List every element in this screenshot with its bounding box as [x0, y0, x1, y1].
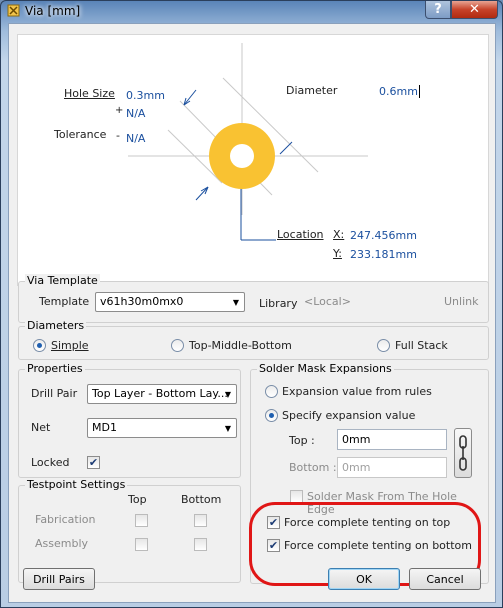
hole-size-value[interactable]: 0.3mm [126, 89, 165, 102]
via-diagram [128, 43, 368, 241]
diameter-value[interactable]: 0.6mm [379, 85, 420, 98]
drill-pair-value: Top Layer - Bottom Lay... [92, 387, 228, 400]
cancel-button[interactable]: Cancel [409, 568, 481, 590]
link-chain-button[interactable] [454, 428, 472, 478]
mask-bottom-label: Bottom : [289, 461, 337, 474]
mask-bottom-input[interactable]: 0mm [337, 457, 447, 478]
radio-expansion-from-rules-label[interactable]: Expansion value from rules [282, 385, 432, 398]
tolerance-plus-value[interactable]: N/A [126, 107, 145, 120]
testpoint-col-bottom: Bottom [181, 493, 222, 506]
radio-specify-expansion[interactable] [265, 409, 278, 422]
net-value: MD1 [92, 421, 117, 434]
drill-pair-label: Drill Pair [31, 387, 78, 400]
tolerance-label: Tolerance [54, 128, 107, 141]
via-dialog-window: Via [mm] ? ✕ Hole Size 0.3mm Diameter 0.… [0, 0, 503, 608]
via-app-icon [7, 4, 20, 17]
solder-mask-title: Solder Mask Expansions [257, 362, 394, 375]
testpoint-row-assembly: Assembly [35, 537, 89, 550]
x-value[interactable]: 247.456mm [350, 229, 417, 242]
mask-top-value: 0mm [342, 433, 371, 446]
radio-expansion-from-rules[interactable] [265, 385, 278, 398]
template-select-value: v61h30m0mx0 [100, 295, 184, 308]
radio-specify-expansion-label[interactable]: Specify expansion value [282, 409, 415, 422]
testpoint-settings-title: Testpoint Settings [25, 478, 128, 491]
fabrication-top-checkbox[interactable] [135, 514, 148, 527]
locked-label: Locked [31, 456, 70, 469]
locked-checkbox[interactable]: ✔ [87, 456, 100, 469]
diameters-title: Diameters [25, 319, 87, 332]
tolerance-minus-value[interactable]: N/A [126, 132, 145, 145]
chevron-down-icon: ▼ [224, 423, 232, 433]
y-value[interactable]: 233.181mm [350, 248, 417, 261]
mask-bottom-value: 0mm [342, 461, 371, 474]
radio-simple-label[interactable]: Simple [51, 339, 89, 352]
unlink-button[interactable]: Unlink [444, 295, 478, 308]
properties-group: Properties Drill Pair Top Layer - Bottom… [18, 362, 241, 478]
assembly-top-checkbox[interactable] [135, 538, 148, 551]
chevron-down-icon: ▼ [224, 389, 232, 399]
via-template-title: Via Template [25, 274, 100, 287]
tolerance-plus-sign: + [115, 105, 124, 116]
net-select[interactable]: MD1 ▼ [87, 418, 237, 438]
net-label: Net [31, 421, 51, 434]
drill-pairs-button[interactable]: Drill Pairs [23, 568, 95, 590]
via-hole [230, 144, 254, 168]
diameters-group: Diameters Simple Top-Middle-Bottom Full … [18, 319, 489, 360]
location-label: Location [277, 228, 324, 241]
assembly-bottom-checkbox[interactable] [194, 538, 207, 551]
template-select[interactable]: v61h30m0mx0 ▼ [95, 292, 245, 312]
chain-link-icon [459, 435, 467, 471]
radio-top-middle-bottom-label[interactable]: Top-Middle-Bottom [189, 339, 292, 352]
close-button[interactable]: ✕ [451, 1, 498, 19]
via-preview-panel: Hole Size 0.3mm Diameter 0.6mm Tolerance… [17, 34, 489, 286]
via-template-group: Via Template Template v61h30m0mx0 ▼ Libr… [18, 274, 489, 323]
ok-button[interactable]: OK [328, 568, 400, 590]
chevron-down-icon: ▼ [232, 297, 240, 307]
radio-full-stack-label[interactable]: Full Stack [395, 339, 448, 352]
title-bar[interactable]: Via [mm] ? ✕ [1, 1, 502, 21]
radio-full-stack[interactable] [377, 339, 390, 352]
diameter-label: Diameter [286, 84, 338, 97]
dialog-client-area: Hole Size 0.3mm Diameter 0.6mm Tolerance… [8, 23, 496, 603]
mask-top-input[interactable]: 0mm [337, 429, 447, 450]
x-label: X: [333, 228, 345, 241]
window-title: Via [mm] [25, 4, 81, 18]
testpoint-col-top: Top [128, 493, 147, 506]
mask-top-label: Top : [289, 434, 315, 447]
hole-size-label: Hole Size [64, 87, 115, 100]
library-label: Library [259, 297, 298, 310]
radio-top-middle-bottom[interactable] [171, 339, 184, 352]
tolerance-minus-sign: - [116, 129, 120, 142]
fabrication-bottom-checkbox[interactable] [194, 514, 207, 527]
drill-pair-select[interactable]: Top Layer - Bottom Lay... ▼ [87, 384, 237, 404]
properties-title: Properties [25, 362, 85, 375]
y-label: Y: [333, 247, 342, 260]
template-label: Template [39, 295, 90, 308]
radio-simple[interactable] [33, 339, 46, 352]
library-value: <Local> [304, 295, 351, 308]
help-button[interactable]: ? [425, 1, 451, 19]
testpoint-row-fabrication: Fabrication [35, 513, 96, 526]
